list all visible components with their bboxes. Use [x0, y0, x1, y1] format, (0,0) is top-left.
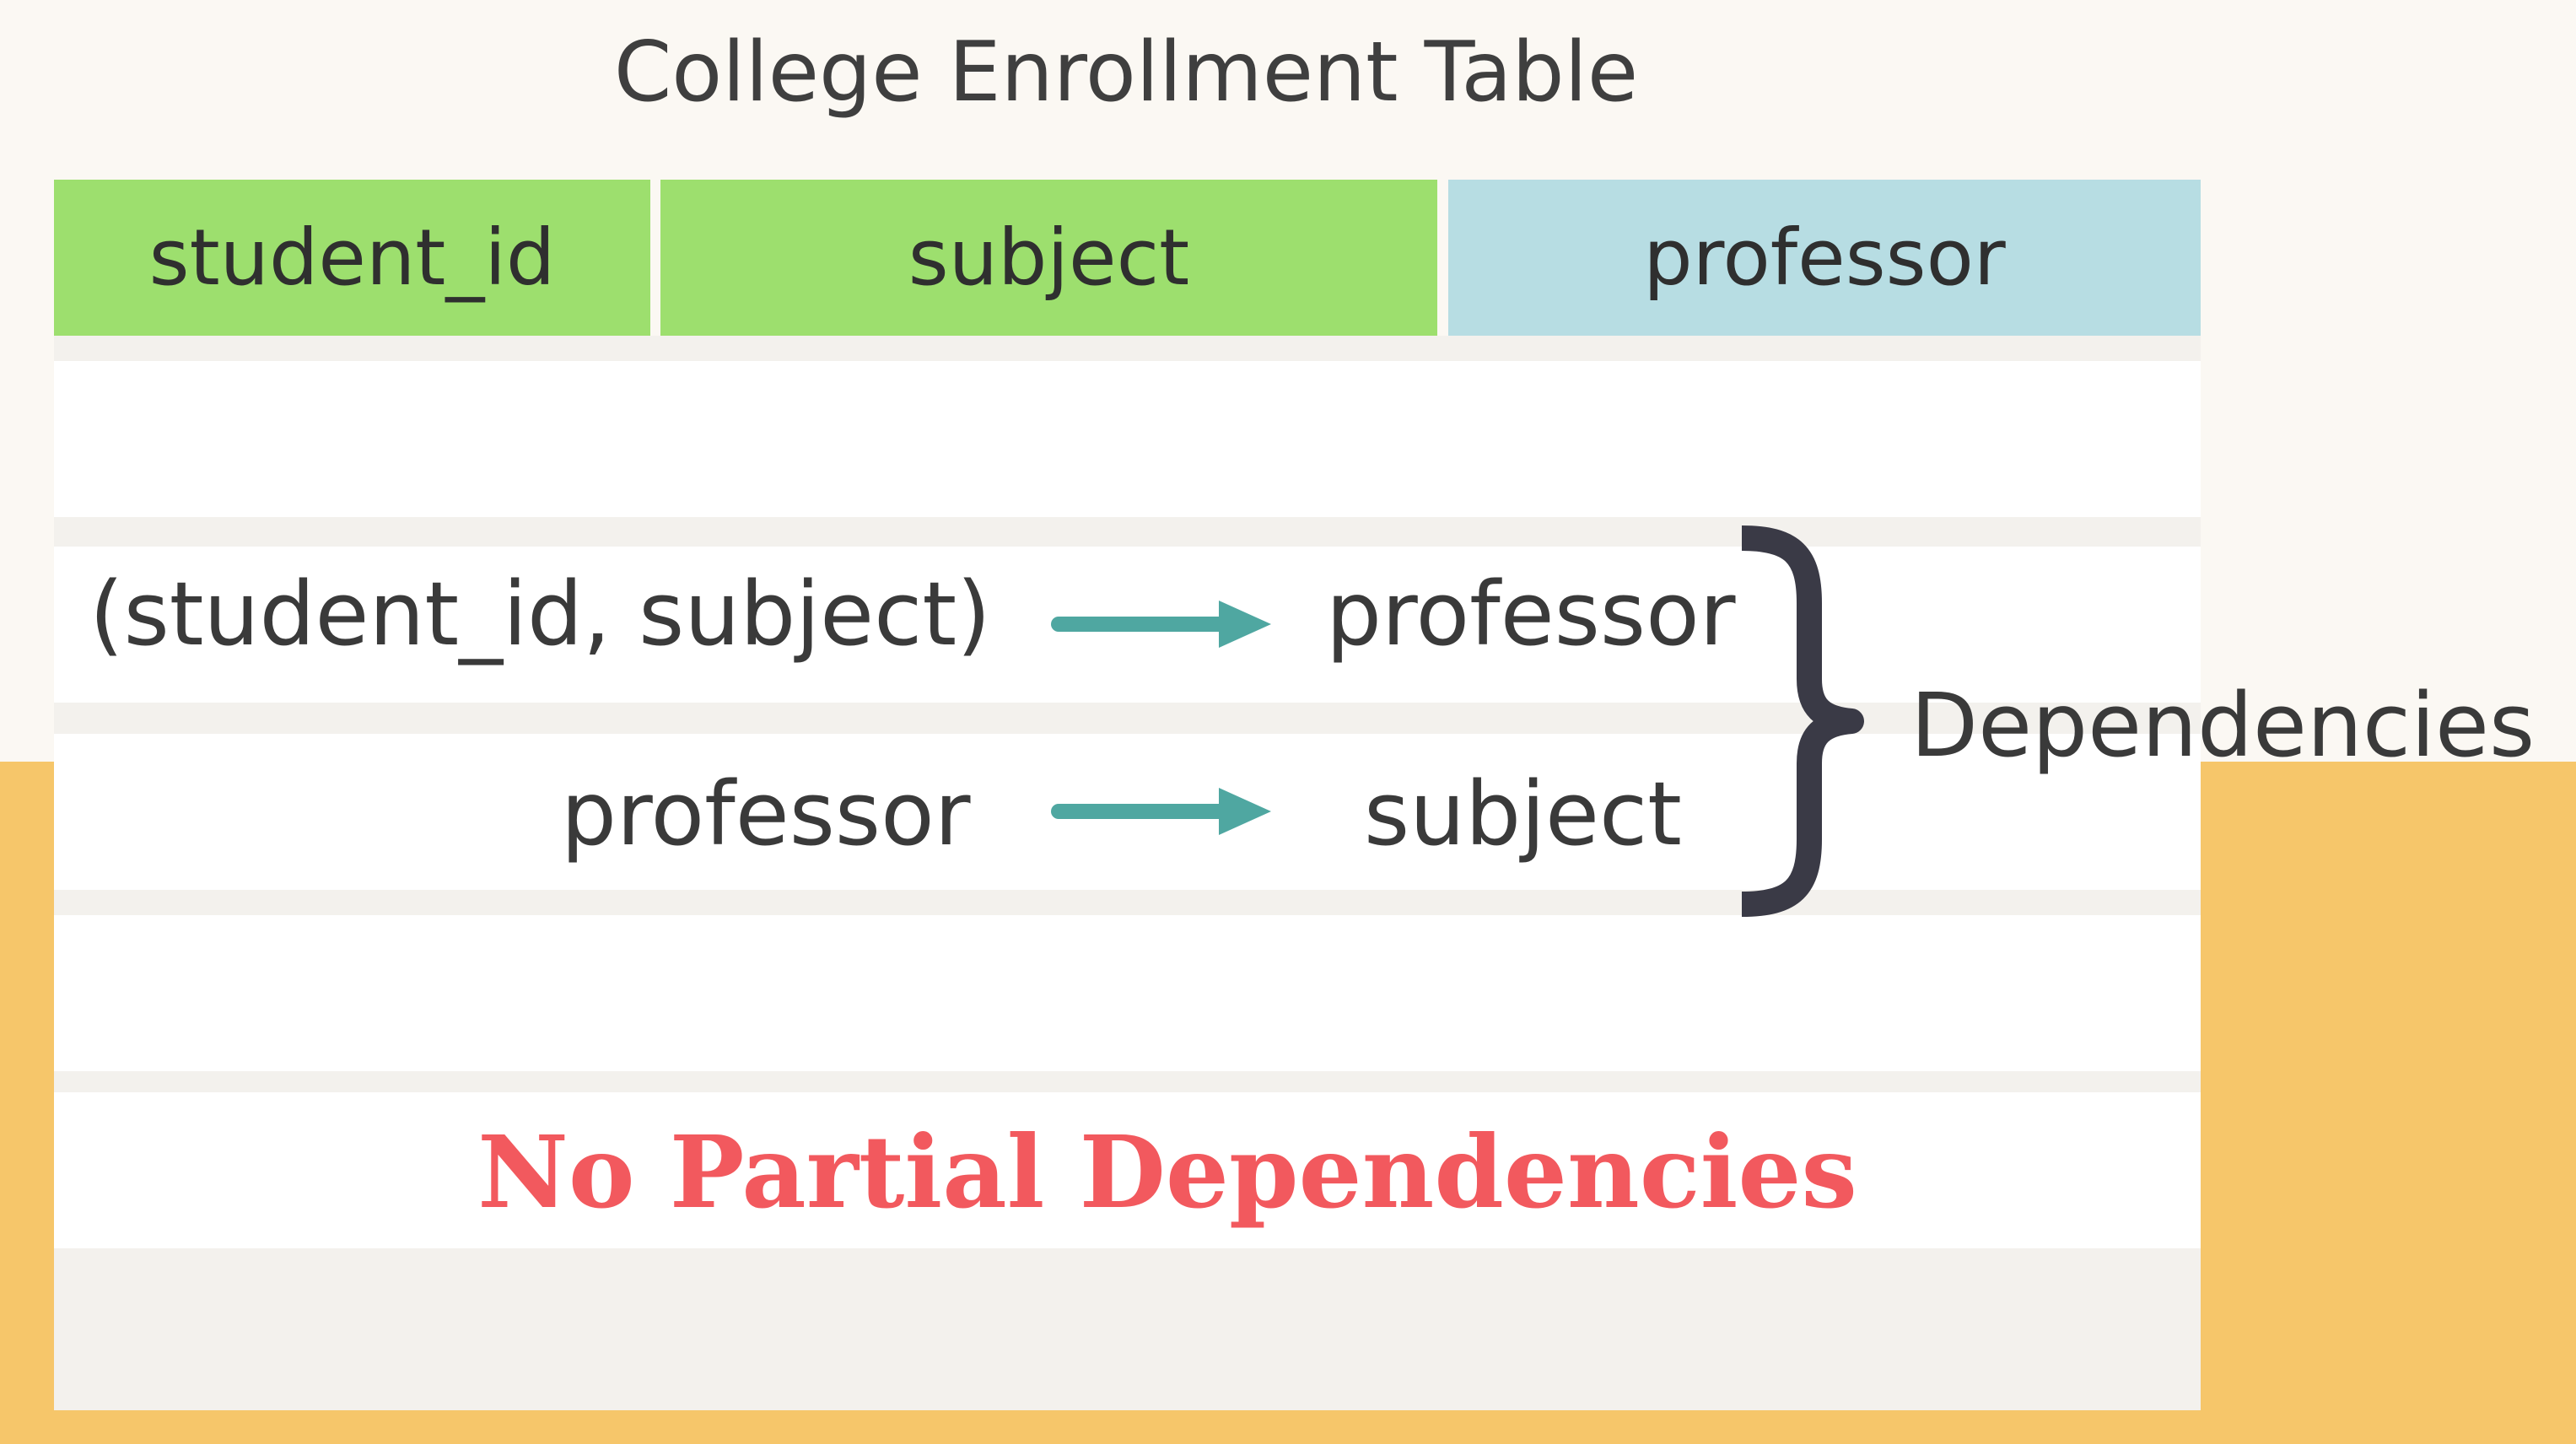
dependencies-label: Dependencies	[1910, 674, 2536, 777]
table-row	[54, 915, 2201, 1071]
table-row	[54, 361, 2201, 517]
arrow-right-icon	[1051, 788, 1271, 835]
dependency-2-dependent: subject	[1364, 762, 1682, 865]
header-student-id: student_id	[54, 180, 650, 336]
header-subject: subject	[660, 180, 1437, 336]
diagram-title: College Enrollment Table	[613, 24, 1639, 121]
dependency-2-determinant: professor	[561, 762, 971, 865]
dependency-1-dependent: professor	[1326, 563, 1736, 665]
dependency-1-determinant: (student_id, subject)	[89, 563, 991, 665]
arrow-right-icon	[1051, 601, 1271, 648]
conclusion-text: No Partial Dependencies	[477, 1113, 1857, 1231]
header-professor: professor	[1448, 180, 2201, 336]
right-curly-brace-icon	[1741, 525, 1864, 917]
